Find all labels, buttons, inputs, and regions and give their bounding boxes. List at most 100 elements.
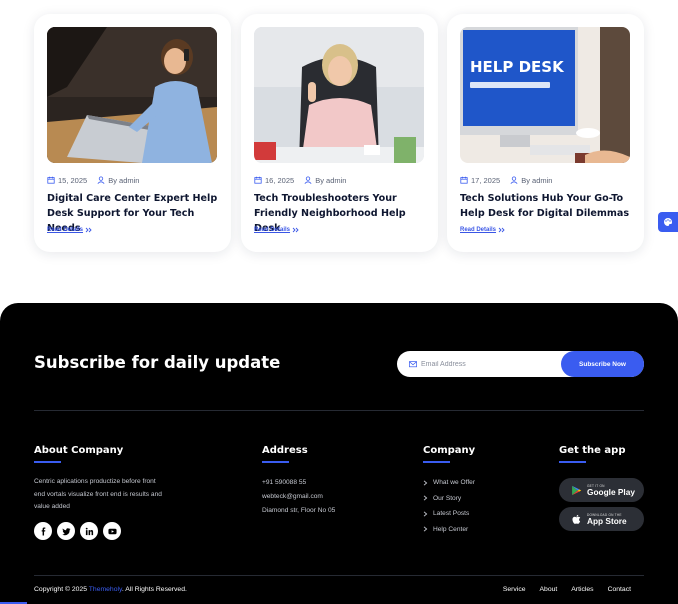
company-link-label: Latest Posts <box>433 510 470 518</box>
company-link-help-center[interactable]: Help Center <box>423 522 475 538</box>
post-author[interactable]: By admin <box>97 176 139 185</box>
google-play-big-text: Google Play <box>587 486 635 497</box>
email-input[interactable] <box>421 360 551 368</box>
company-link-label: What we Offer <box>433 479 476 487</box>
theme-palette-tab[interactable] <box>658 212 678 232</box>
chevron-right-icon <box>423 480 428 486</box>
company-link-latest-posts[interactable]: Latest Posts <box>423 506 475 522</box>
calendar-icon <box>460 176 468 184</box>
social-links <box>34 522 121 540</box>
facebook-link[interactable] <box>34 522 52 540</box>
chevron-right-icon <box>423 526 428 532</box>
about-heading: About Company <box>34 445 124 456</box>
footer-divider <box>34 410 644 411</box>
site-footer: Subscribe for daily update Subscribe Now… <box>0 303 678 604</box>
read-details-link[interactable]: Read Details <box>254 227 299 233</box>
footer-link-articles[interactable]: Articles <box>571 586 593 593</box>
blog-card[interactable]: 16, 2025 By admin Tech Troubleshooters Y… <box>241 14 438 252</box>
phone-link[interactable]: +91 590088 55 <box>262 476 335 490</box>
calendar-icon <box>254 176 262 184</box>
blog-card-image[interactable] <box>254 27 424 163</box>
app-store-big-text: App Store <box>587 515 627 526</box>
address-heading: Address <box>262 445 308 456</box>
company-link-label: Help Center <box>433 525 469 533</box>
woman-on-phone-photo <box>47 27 217 163</box>
blog-card[interactable]: HELP DESK 17, 2025 By admin Tech Solutio… <box>447 14 644 252</box>
palette-icon <box>664 218 672 226</box>
post-author[interactable]: By admin <box>510 176 552 185</box>
post-author-text: By admin <box>315 175 347 185</box>
about-text: Centric aplications productize before fr… <box>34 478 162 510</box>
footer-bottom-divider <box>34 575 644 576</box>
calendar-icon <box>47 176 55 184</box>
heading-underline <box>559 461 586 463</box>
post-date-text: 16, 2025 <box>265 175 295 185</box>
read-details-link[interactable]: Read Details <box>460 227 505 233</box>
user-icon <box>510 176 518 184</box>
brand-link[interactable]: Themeholy <box>89 586 122 593</box>
street-address: Diamond str, Floor No 05 <box>262 507 336 514</box>
post-author[interactable]: By admin <box>304 176 346 185</box>
email-link[interactable]: webteck@gmail.com <box>262 490 335 504</box>
copyright: Copyright © 2025 Themeholy. All Rights R… <box>34 586 187 593</box>
google-play-icon <box>572 485 582 495</box>
google-play-text: GET IT ON Google Play <box>587 484 635 497</box>
linkedin-link[interactable] <box>80 522 98 540</box>
user-icon <box>304 176 312 184</box>
post-meta: 16, 2025 By admin <box>254 174 346 186</box>
google-play-button[interactable]: GET IT ON Google Play <box>559 478 644 502</box>
post-date: 17, 2025 <box>460 176 500 185</box>
user-icon <box>97 176 105 184</box>
company-link-our-story[interactable]: Our Story <box>423 491 475 507</box>
post-title[interactable]: Tech Solutions Hub Your Go-To Help Desk … <box>460 191 632 221</box>
apple-icon <box>572 514 581 524</box>
read-details-label: Read Details <box>254 227 291 233</box>
chevron-right-icon <box>423 495 428 501</box>
blog-card[interactable]: 15, 2025 By admin Digital Care Center Ex… <box>34 14 231 252</box>
company-heading: Company <box>423 445 476 456</box>
footer-link-service[interactable]: Service <box>503 586 526 593</box>
post-author-text: By admin <box>108 175 140 185</box>
post-date-text: 17, 2025 <box>471 175 501 185</box>
heading-underline <box>34 461 61 463</box>
blog-card-image[interactable] <box>47 27 217 163</box>
double-chevron-right-icon <box>292 227 299 233</box>
subscribe-button[interactable]: Subscribe Now <box>561 351 644 377</box>
facebook-icon <box>41 526 45 536</box>
post-author-text: By admin <box>521 175 553 185</box>
post-date-text: 15, 2025 <box>58 175 88 185</box>
app-store-text: DOWNLOAD ON THE App Store <box>587 513 627 526</box>
post-date: 15, 2025 <box>47 176 87 185</box>
youtube-link[interactable] <box>103 522 121 540</box>
company-link-what-we-offer[interactable]: What we Offer <box>423 475 475 491</box>
company-links: What we Offer Our Story Latest Posts Hel… <box>423 475 475 537</box>
post-date: 16, 2025 <box>254 176 294 185</box>
blog-card-image[interactable]: HELP DESK <box>460 27 630 163</box>
company-link-label: Our Story <box>433 494 462 502</box>
copyright-suffix: . All Rights Reserved. <box>121 586 187 593</box>
subscribe-heading: Subscribe for daily update <box>34 353 281 372</box>
subscribe-form: Subscribe Now <box>397 351 644 377</box>
twitter-icon <box>61 527 71 535</box>
twitter-link[interactable] <box>57 522 75 540</box>
copyright-prefix: Copyright © 2025 <box>34 586 89 593</box>
chevron-right-icon <box>423 511 428 517</box>
post-meta: 15, 2025 By admin <box>47 174 139 186</box>
read-details-link[interactable]: Read Details <box>47 227 92 233</box>
heading-underline <box>262 461 289 463</box>
envelope-icon <box>409 361 417 368</box>
blog-cards: 15, 2025 By admin Digital Care Center Ex… <box>34 14 644 252</box>
youtube-icon <box>107 528 117 534</box>
heading-underline <box>423 461 450 463</box>
app-heading: Get the app <box>559 445 626 456</box>
footer-bottom-nav: Service About Articles Contact <box>503 586 631 593</box>
footer-link-contact[interactable]: Contact <box>608 586 631 593</box>
footer-link-about[interactable]: About <box>540 586 558 593</box>
help-desk-screen-text: HELP DESK <box>470 58 565 76</box>
post-meta: 17, 2025 By admin <box>460 174 552 186</box>
app-store-button[interactable]: DOWNLOAD ON THE App Store <box>559 507 644 531</box>
address-block: +91 590088 55 webteck@gmail.com Diamond … <box>262 476 335 518</box>
help-desk-monitor-photo: HELP DESK <box>460 27 630 163</box>
read-details-label: Read Details <box>47 227 84 233</box>
double-chevron-right-icon <box>85 227 92 233</box>
